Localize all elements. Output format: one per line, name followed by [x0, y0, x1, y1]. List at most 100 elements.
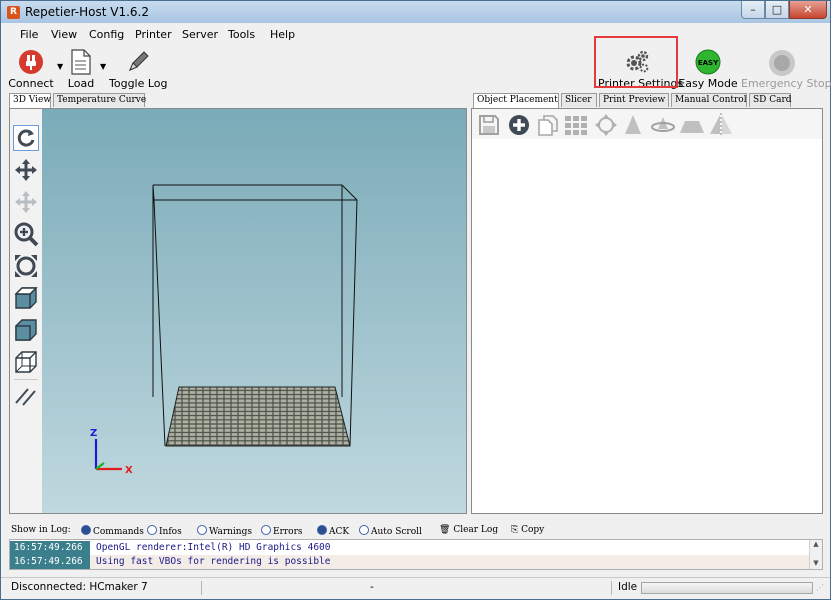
log-filter-commands[interactable]: Commands [81, 525, 144, 537]
easy-mode-icon: EASY [695, 49, 721, 75]
scale-object-icon[interactable] [622, 113, 644, 137]
build-volume-wireframe: Z X [90, 184, 358, 476]
tab-print-preview[interactable]: Print Preview [599, 93, 669, 107]
tab-sd-card[interactable]: SD Card [749, 93, 792, 107]
toolbar: Connect ▼ Load ▼ Toggle Log Printer Sett… [1, 44, 831, 92]
toggle-log-label: Toggle Log [109, 77, 168, 90]
printer-settings-highlight [594, 36, 678, 88]
easy-badge-text: EASY [698, 59, 719, 67]
auto-scroll-label: Auto Scroll [371, 527, 422, 537]
easy-mode-button[interactable]: EASY Easy Mode [678, 47, 738, 91]
tab-3d-view[interactable]: 3D View [9, 93, 51, 108]
commands-label: Commands [93, 527, 144, 537]
rotate-object-icon[interactable] [650, 113, 676, 137]
zoom-in-icon[interactable] [13, 221, 39, 247]
mirror-object-icon[interactable] [708, 112, 734, 138]
cut-object-icon[interactable] [678, 113, 706, 137]
status-divider [611, 581, 612, 595]
infos-label: Infos [159, 527, 182, 537]
copy-label: Copy [521, 525, 545, 535]
warnings-label: Warnings [209, 527, 252, 537]
iso-view-icon[interactable] [13, 285, 39, 311]
scroll-down-icon[interactable]: ▼ [810, 559, 822, 568]
connect-label: Connect [8, 77, 54, 90]
view-tools-sidebar [10, 109, 43, 513]
status-bar: Disconnected: HCmaker 7 - Idle ⋰ [1, 577, 830, 598]
status-middle: - [370, 581, 374, 593]
tab-manual-control[interactable]: Manual Control [671, 93, 747, 107]
parallel-lines-icon[interactable] [13, 383, 39, 409]
menu-bar: File View Config Printer Server Tools He… [1, 24, 830, 44]
log-toolbar: Show in Log: Commands Infos Warnings Err… [9, 523, 823, 539]
commands-toggle-icon [81, 525, 91, 535]
log-row: 16:57:49.266 OpenGL renderer:Intel(R) HD… [10, 541, 822, 555]
log-filter-ack[interactable]: ACK [317, 525, 349, 537]
menu-tools[interactable]: Tools [228, 28, 255, 41]
3d-viewport: Z X [9, 108, 467, 514]
menu-server[interactable]: Server [182, 28, 218, 41]
emergency-stop-icon [769, 50, 795, 76]
reset-view-icon[interactable] [13, 125, 39, 151]
menu-view[interactable]: View [51, 28, 77, 41]
front-view-icon[interactable] [13, 317, 39, 343]
warnings-toggle-icon [197, 525, 207, 535]
document-icon [71, 49, 91, 75]
scroll-up-icon[interactable]: ▲ [810, 540, 822, 549]
log-auto-scroll[interactable]: Auto Scroll [359, 525, 422, 537]
center-object-icon[interactable] [594, 113, 618, 137]
toggle-log-button[interactable]: Toggle Log [109, 47, 168, 91]
menu-file[interactable]: File [20, 28, 38, 41]
load-dropdown-icon[interactable]: ▼ [100, 62, 106, 71]
log-message: OpenGL renderer:Intel(R) HD Graphics 460… [96, 542, 331, 553]
load-button[interactable]: Load [63, 47, 99, 91]
log-filter-warnings[interactable]: Warnings [197, 525, 252, 537]
load-label: Load [67, 77, 95, 90]
add-object-icon[interactable] [508, 114, 530, 136]
auto-scroll-toggle-icon [359, 525, 369, 535]
tab-object-placement[interactable]: Object Placement [473, 93, 559, 108]
show-in-log-label: Show in Log: [11, 525, 71, 535]
emergency-stop-button[interactable]: Emergency Stop [741, 47, 831, 91]
top-view-icon[interactable] [13, 349, 39, 375]
copy-log-button[interactable]: ⎘ Copy [511, 525, 544, 535]
errors-label: Errors [273, 527, 303, 537]
log-filter-errors[interactable]: Errors [261, 525, 303, 537]
save-icon[interactable] [478, 114, 500, 136]
maximize-button[interactable]: □ [765, 1, 789, 19]
connect-plug-icon [19, 50, 43, 74]
move-object-icon[interactable] [13, 189, 39, 215]
easy-mode-label: Easy Mode [678, 77, 738, 90]
z-axis-label: Z [90, 428, 97, 439]
tab-slicer[interactable]: Slicer [561, 93, 597, 107]
move-view-icon[interactable] [13, 157, 39, 183]
title-bar[interactable]: R Repetier-Host V1.6.2 – □ ✕ [1, 1, 830, 23]
close-button[interactable]: ✕ [789, 1, 827, 19]
menu-help[interactable]: Help [270, 28, 295, 41]
errors-toggle-icon [261, 525, 271, 535]
minimize-button[interactable]: – [741, 1, 765, 19]
connect-button[interactable]: Connect [7, 47, 55, 91]
infos-toggle-icon [147, 525, 157, 535]
object-placement-pane [471, 108, 823, 514]
sidebar-divider [14, 379, 38, 380]
menu-printer[interactable]: Printer [135, 28, 172, 41]
right-panel: Object Placement Slicer Print Preview Ma… [471, 93, 823, 514]
autoposition-grid-icon[interactable] [564, 114, 590, 136]
3d-scene[interactable]: Z X [42, 109, 466, 513]
window-title: Repetier-Host V1.6.2 [25, 5, 149, 19]
log-filter-infos[interactable]: Infos [147, 525, 182, 537]
log-view[interactable]: 16:57:49.266 OpenGL renderer:Intel(R) HD… [9, 539, 823, 570]
log-scrollbar[interactable]: ▲ ▼ [809, 540, 822, 569]
ack-label: ACK [329, 527, 350, 537]
menu-config[interactable]: Config [89, 28, 124, 41]
tab-temperature-curve[interactable]: Temperature Curve [53, 93, 146, 107]
ack-toggle-icon [317, 525, 327, 535]
fit-view-icon[interactable] [13, 253, 39, 279]
resize-grip-icon[interactable]: ⋰ [816, 583, 824, 592]
main-window: R Repetier-Host V1.6.2 – □ ✕ File View C… [0, 0, 831, 600]
app-icon: R [7, 6, 20, 19]
clear-log-button[interactable]: 🗑 Clear Log [439, 525, 498, 535]
copy-object-icon[interactable] [536, 114, 560, 136]
left-panel: 3D View Temperature Curve Z X [9, 93, 467, 514]
log-time: 16:57:49.266 [10, 541, 90, 555]
